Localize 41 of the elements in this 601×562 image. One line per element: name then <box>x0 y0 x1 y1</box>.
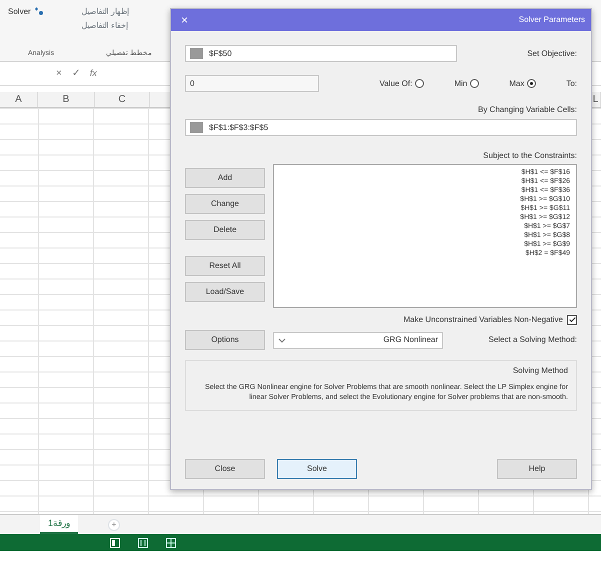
page-break-icon[interactable] <box>166 538 176 548</box>
new-sheet-button[interactable]: + <box>108 518 120 530</box>
objective-field[interactable]: $F$50 <box>185 45 457 62</box>
variable-cells-field[interactable]: $F$1:$F$3:$F$5 <box>185 119 577 136</box>
dialog-button[interactable]: Help <box>497 459 577 479</box>
radio-option[interactable]: Max <box>509 78 536 90</box>
solving-method-dropdown[interactable]: GRG Nonlinear <box>273 332 443 348</box>
enter-button[interactable]: ✓ <box>72 66 80 81</box>
solver-icon <box>34 6 44 16</box>
ribbon-menu-item[interactable]: إخفاء التفاصيل <box>82 20 129 32</box>
field-label: Set Objective: <box>527 48 577 60</box>
close-button[interactable]: × <box>177 11 192 29</box>
ribbon-menu-item[interactable]: إظهار التفاصيل <box>82 6 129 18</box>
field-label: Select a Solving Method: <box>488 334 577 346</box>
dialog-button[interactable]: Change <box>185 194 265 214</box>
dropdown-icon <box>278 336 286 344</box>
column-header[interactable]: B <box>38 92 95 107</box>
dialog-button[interactable]: Delete <box>185 220 265 240</box>
field-label: To: <box>566 78 577 90</box>
solver-button[interactable]: Solver <box>8 6 44 18</box>
options-button[interactable]: Options <box>185 330 265 350</box>
dialog-button[interactable]: Close <box>185 459 265 479</box>
sheet-tab[interactable]: ورقة1 <box>40 514 78 534</box>
radio-option[interactable]: Min <box>454 78 480 90</box>
dialog-title: Solver Parameters <box>518 14 585 26</box>
column-header[interactable]: A <box>0 92 38 107</box>
radio-option[interactable]: Value Of: <box>380 78 424 90</box>
page-layout-icon[interactable] <box>138 538 148 548</box>
dialog-button[interactable]: Solve <box>277 459 357 479</box>
column-header[interactable]: C <box>95 92 150 107</box>
dialog-button[interactable]: Add <box>185 168 265 188</box>
insert-function-button[interactable]: fx <box>90 66 97 80</box>
field-label: By Changing Variable Cells: <box>478 104 577 116</box>
field-label: Subject to the Constraints: <box>483 150 577 162</box>
cancel-button[interactable]: × <box>56 66 62 81</box>
non-negative-checkbox[interactable]: Make Unconstrained Variables Non-Negative <box>404 314 577 326</box>
value-field[interactable]: 0 <box>185 75 319 92</box>
normal-view-icon[interactable] <box>110 538 120 548</box>
dialog-button[interactable]: Load/Save <box>185 282 265 302</box>
dialog-button[interactable]: Reset All <box>185 256 265 276</box>
group-title: Solving Method <box>512 365 568 377</box>
